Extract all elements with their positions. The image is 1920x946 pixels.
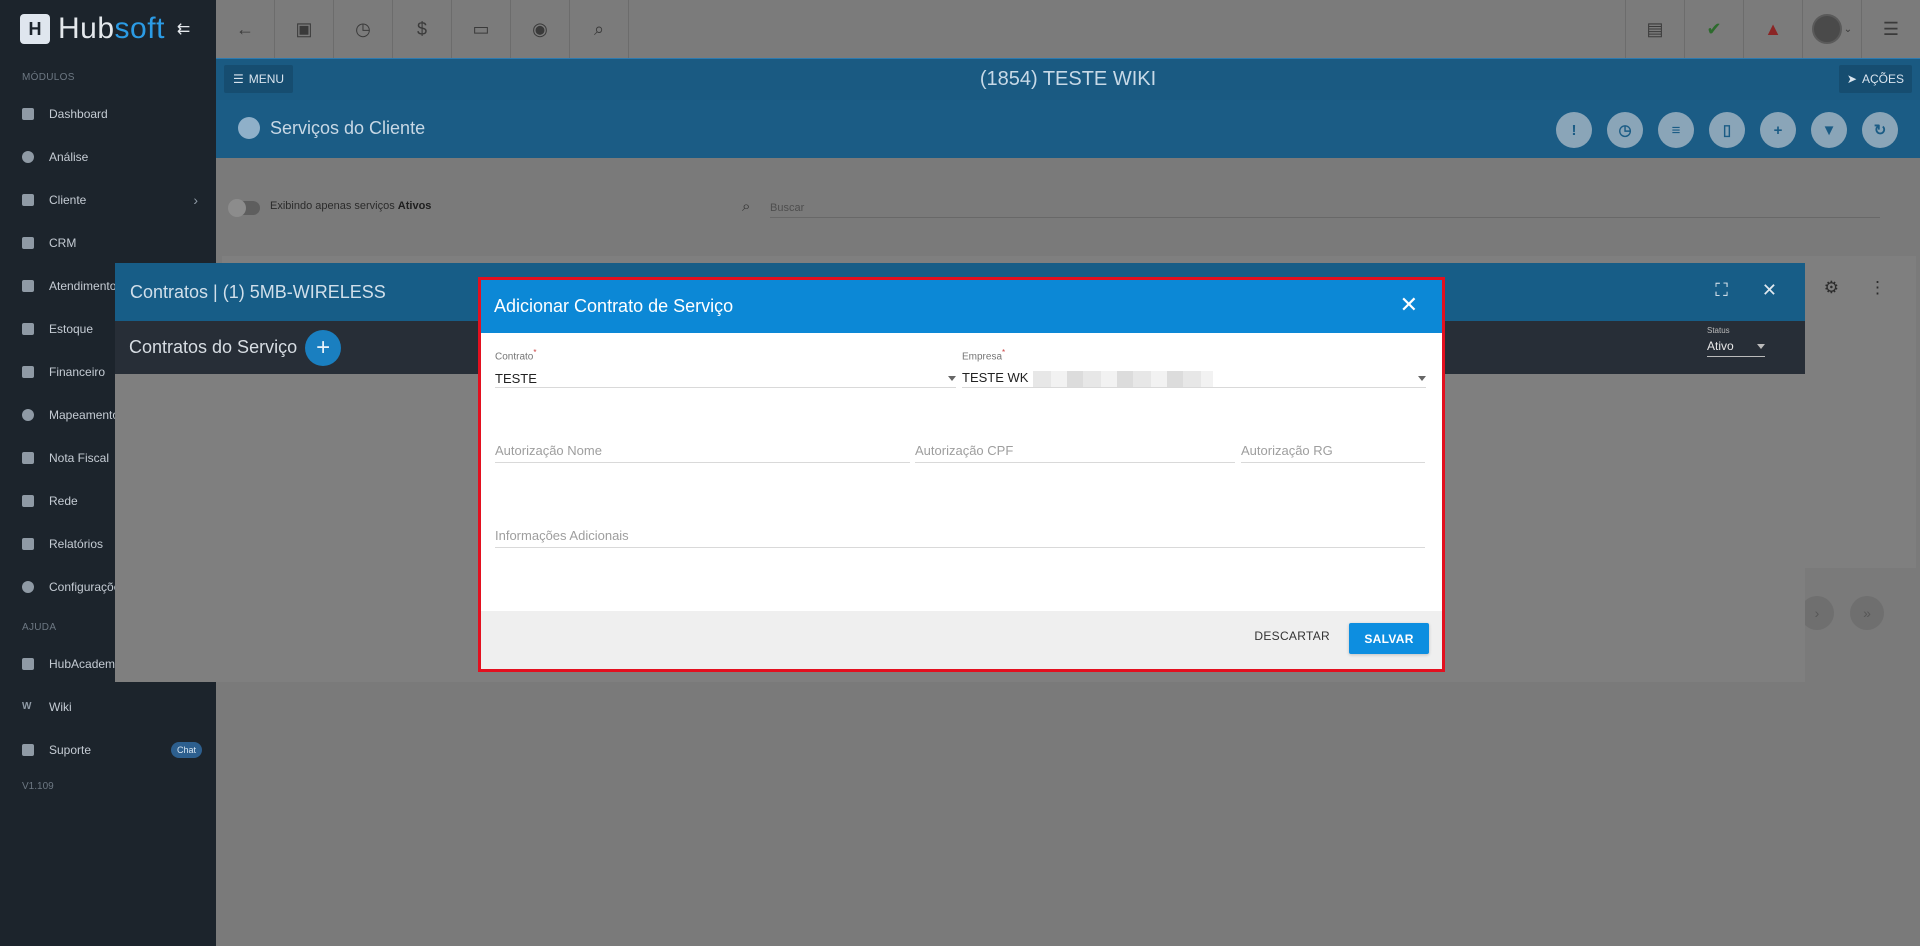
version-label: V1.109 <box>22 781 54 792</box>
search-icon[interactable]: ⌕ <box>570 0 629 58</box>
card-actions: ⚙ ⋮ <box>1824 278 1886 298</box>
pdf-icon[interactable]: ▤ <box>1625 0 1684 58</box>
dialog-header: Adicionar Contrato de Serviço ✕ <box>481 280 1442 333</box>
fullscreen-icon[interactable]: ⛶ <box>1715 280 1728 301</box>
wiki-icon: W <box>22 700 32 712</box>
calendar-clock-icon <box>22 279 34 292</box>
dollar-icon[interactable]: $ <box>393 0 452 58</box>
chevron-down-icon: ⌄ <box>1843 23 1853 35</box>
save-button[interactable]: SALVAR <box>1349 623 1429 654</box>
dropdown-caret-icon <box>948 375 956 381</box>
chat-check-icon[interactable]: ✔ <box>1684 0 1743 58</box>
next-page-icon[interactable]: › <box>1800 596 1834 630</box>
sidebar-item-dashboard[interactable]: Dashboard <box>0 92 216 135</box>
network-icon <box>22 494 34 507</box>
report-icon <box>22 537 34 550</box>
send-icon: ➤ <box>1846 72 1857 86</box>
document-icon[interactable]: ▯ <box>1709 112 1745 148</box>
sidebar-item-cliente[interactable]: Cliente › <box>0 178 216 221</box>
logo-text: Hubsoft <box>58 12 165 45</box>
dialog-footer: DESCARTAR SALVAR <box>481 611 1442 669</box>
globe-icon <box>238 117 260 139</box>
contracts-subtitle: Contratos do Serviço <box>129 337 298 357</box>
active-services-toggle[interactable] <box>228 199 260 217</box>
gear-icon[interactable]: ⚙ <box>1824 278 1839 298</box>
pagination: › » <box>1800 596 1884 630</box>
map-pin-icon <box>22 408 34 421</box>
contact-icon <box>22 193 34 206</box>
hubsoft-logo-icon: H <box>20 14 50 44</box>
services-actions: ! ◷ ≡ ▯ + ▼ ↻ <box>1556 112 1898 148</box>
invoice-icon <box>22 451 34 464</box>
eye-icon[interactable]: ◉ <box>511 0 570 58</box>
back-arrow-icon[interactable]: ← <box>216 0 275 58</box>
pie-chart-icon <box>22 150 34 163</box>
client-title: (1854) TESTE WIKI <box>979 68 1157 90</box>
app-root: H Hubsoft ⇇ MÓDULOS Dashboard Análise Cl… <box>0 0 1920 946</box>
search-icon: ⌕ <box>742 198 751 215</box>
discard-button[interactable]: DESCARTAR <box>1254 629 1330 643</box>
empresa-select[interactable]: Empresa* TESTE WK <box>962 348 1426 389</box>
filter-bar: Exibindo apenas serviços Ativos ⌕ <box>216 158 1920 254</box>
sidebar-item-suporte[interactable]: Suporte Chat <box>0 728 216 771</box>
dropdown-caret-icon <box>1418 375 1426 381</box>
autorizacao-nome-input[interactable]: Autorização Nome <box>495 441 910 463</box>
alert-icon[interactable]: ! <box>1556 112 1592 148</box>
calendar-clock-icon[interactable]: ◷ <box>1607 112 1643 148</box>
crm-icon <box>22 236 34 249</box>
add-contract-button[interactable]: + <box>305 329 342 366</box>
chevron-right-icon: › <box>193 191 198 208</box>
toggle-label: Exibindo apenas serviços Ativos <box>270 200 432 212</box>
services-header: Serviços do Cliente ! ◷ ≡ ▯ + ▼ ↻ <box>216 100 1920 158</box>
list-icon[interactable]: ☰ <box>1861 0 1920 58</box>
autorizacao-rg-input[interactable]: Autorização RG <box>1241 441 1425 463</box>
collapse-arrow-icon[interactable]: ⇇ <box>177 19 190 39</box>
terminal-icon[interactable]: ▭ <box>452 0 511 58</box>
contracts-modal-controls: ⛶ ✕ <box>1715 280 1777 301</box>
status-select[interactable]: Status Ativo <box>1707 326 1765 357</box>
refresh-icon[interactable]: ↻ <box>1862 112 1898 148</box>
redacted-text <box>1033 370 1214 387</box>
list-icon[interactable]: ≡ <box>1658 112 1694 148</box>
actions-button[interactable]: ➤ AÇÕES <box>1838 65 1912 93</box>
section-modules-title: MÓDULOS <box>22 72 75 83</box>
contact-card-icon[interactable]: ▣ <box>275 0 334 58</box>
informacoes-adicionais-input[interactable]: Informações Adicionais <box>495 526 1425 548</box>
client-header: ☰ MENU (1854) TESTE WIKI ➤ AÇÕES <box>216 58 1920 100</box>
sidebar-item-wiki[interactable]: W Wiki <box>0 685 216 728</box>
user-menu[interactable]: ⌄ <box>1802 0 1861 58</box>
money-icon <box>22 365 34 378</box>
youtube-icon <box>22 657 34 670</box>
contracts-modal-title: Contratos | (1) 5MB-WIRELESS <box>130 281 386 302</box>
dropdown-caret-icon <box>1757 344 1765 349</box>
sidebar-item-analise[interactable]: Análise <box>0 135 216 178</box>
more-vert-icon[interactable]: ⋮ <box>1869 278 1886 298</box>
filter-icon[interactable]: ▼ <box>1811 112 1847 148</box>
page-title: Serviços do Cliente <box>238 117 425 139</box>
close-icon[interactable]: ✕ <box>1762 280 1777 301</box>
last-page-icon[interactable]: » <box>1850 596 1884 630</box>
alarm-bell-icon[interactable]: ▲ <box>1743 0 1802 58</box>
gear-icon <box>22 580 34 593</box>
dialog-body: Contrato* TESTE Empresa* TESTE WK Autori… <box>481 333 1442 611</box>
support-icon <box>22 743 34 756</box>
plus-icon[interactable]: + <box>1760 112 1796 148</box>
autorizacao-cpf-input[interactable]: Autorização CPF <box>915 441 1235 463</box>
avatar <box>1811 14 1842 44</box>
chat-badge[interactable]: Chat <box>170 741 202 758</box>
close-icon[interactable]: ✕ <box>1400 294 1418 316</box>
topbar: ← ▣ ◷ $ ▭ ◉ ⌕ ▤ ✔ ▲ ⌄ ☰ <box>216 0 1920 58</box>
add-contract-dialog: Adicionar Contrato de Serviço ✕ Contrato… <box>478 277 1445 672</box>
contrato-select[interactable]: Contrato* TESTE <box>495 348 956 389</box>
search-input[interactable] <box>770 198 1880 218</box>
dashboard-icon <box>22 107 34 120</box>
box-icon <box>22 322 34 335</box>
logo[interactable]: H Hubsoft ⇇ <box>0 0 216 58</box>
dialog-title: Adicionar Contrato de Serviço <box>494 296 734 316</box>
calendar-clock-icon[interactable]: ◷ <box>334 0 393 58</box>
sidebar-item-crm[interactable]: CRM <box>0 221 216 264</box>
topbar-right: ▤ ✔ ▲ ⌄ ☰ <box>1625 0 1920 58</box>
